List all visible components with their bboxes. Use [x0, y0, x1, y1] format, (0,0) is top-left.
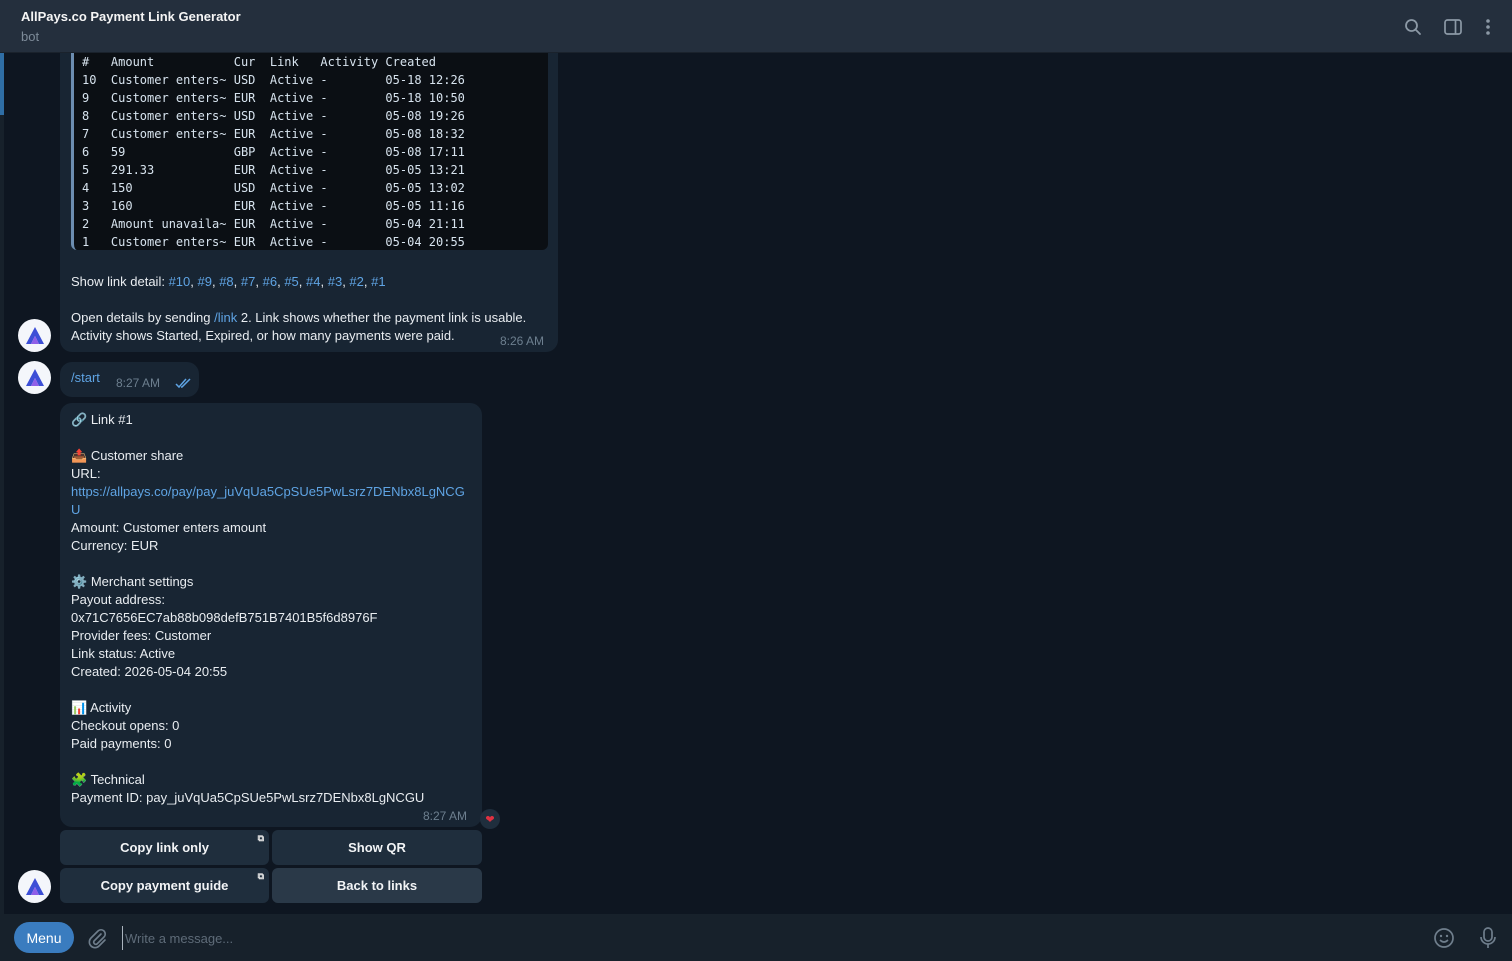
table-row: 8 Customer enters~ USD Active - 05-08 19… [82, 109, 465, 123]
table-row: 7 Customer enters~ EUR Active - 05-08 18… [82, 127, 465, 141]
merchant-settings-heading: ⚙️ Merchant settings [71, 573, 193, 591]
copy-link-button[interactable]: Copy link only ⧉ [60, 830, 269, 865]
message-time: 8:27 AM [116, 376, 161, 390]
detail-link-3[interactable]: #3 [328, 274, 342, 289]
message-time: 8:26 AM [500, 334, 545, 348]
checkout-opens: Checkout opens: 0 [71, 718, 180, 733]
bot-avatar[interactable] [18, 361, 51, 394]
read-check-icon [175, 376, 193, 394]
emoji-icon[interactable] [1431, 925, 1457, 951]
show-qr-button[interactable]: Show QR [272, 830, 482, 865]
provider-fees: Provider fees: Customer [71, 628, 212, 643]
chat-header: AllPays.co Payment Link Generator bot [0, 0, 1512, 53]
copy-corner-icon: ⧉ [257, 871, 264, 881]
detail-link-6[interactable]: #6 [263, 274, 277, 289]
attach-icon[interactable] [84, 925, 110, 951]
link-emoji-icon: 🔗 [71, 412, 88, 427]
customer-share-heading: 📤 Customer share [71, 447, 183, 465]
detail-link-1[interactable]: #1 [371, 274, 385, 289]
bot-avatar[interactable] [18, 319, 51, 352]
table-row: 10 Customer enters~ USD Active - 05-18 1… [82, 73, 465, 87]
links-table-header: # Amount Cur Link Activity Created [82, 55, 437, 69]
link-title: Link #1 [90, 412, 133, 427]
customer-share-label: Customer share [90, 448, 184, 463]
open-details-suffix: 2. Link shows whether the payment link i… [237, 310, 527, 325]
message-input[interactable] [122, 926, 1417, 950]
payment-url-end[interactable]: U [71, 501, 80, 519]
payout-address: 0x71C7656EC7ab88b098defB751B7401B5f6d897… [71, 610, 378, 625]
currency-line: Currency: EUR [71, 538, 159, 553]
detail-link-7[interactable]: #7 [241, 274, 255, 289]
start-command[interactable]: /start [71, 369, 100, 387]
heart-reaction-icon[interactable]: ❤ [480, 809, 500, 829]
activity-explanation: Activity shows Started, Expired, or how … [71, 328, 455, 343]
show-link-detail-line: Show link detail: #10, #9, #8, #7, #6, #… [71, 274, 386, 289]
bot-avatar[interactable] [18, 870, 51, 903]
composer-bar: Menu [0, 914, 1512, 961]
copy-payment-guide-button[interactable]: Copy payment guide ⧉ [60, 868, 269, 903]
activity-heading: 📊 Activity [71, 699, 131, 717]
amount-line: Amount: Customer enters amount [71, 520, 267, 535]
url-label: URL: [71, 466, 101, 481]
table-row: 6 59 GBP Active - 05-08 17:11 [82, 145, 465, 159]
link-title-line: 🔗 Link #1 [71, 411, 133, 429]
table-row: 4 150 USD Active - 05-05 13:02 [82, 181, 465, 195]
table-row: 5 291.33 EUR Active - 05-05 13:21 [82, 163, 465, 177]
copy-guide-label: Copy payment guide [100, 878, 229, 893]
paid-payments: Paid payments: 0 [71, 736, 172, 751]
link-command[interactable]: /link [214, 310, 237, 325]
detail-link-4[interactable]: #4 [306, 274, 320, 289]
table-row: 2 Amount unavaila~ EUR Active - 05-04 21… [82, 217, 465, 231]
scroll-indicator [0, 53, 4, 914]
technical-label: Technical [90, 772, 145, 787]
table-row: 9 Customer enters~ EUR Active - 05-18 10… [82, 91, 465, 105]
table-row: 3 160 EUR Active - 05-05 11:16 [82, 199, 465, 213]
technical-heading: 🧩 Technical [71, 771, 145, 789]
copy-link-label: Copy link only [120, 840, 209, 855]
more-vertical-icon[interactable] [1477, 16, 1499, 38]
back-to-links-button[interactable]: Back to links [272, 868, 482, 903]
detail-link-5[interactable]: #5 [284, 274, 298, 289]
detail-link-8[interactable]: #8 [219, 274, 233, 289]
detail-link-2[interactable]: #2 [349, 274, 363, 289]
message-list[interactable]: # Amount Cur Link Activity Created 10 Cus… [0, 53, 1512, 914]
sidebar-toggle-icon[interactable] [1442, 16, 1464, 38]
mic-icon[interactable] [1475, 925, 1501, 951]
detail-link-10[interactable]: #10 [169, 274, 191, 289]
chat-title[interactable]: AllPays.co Payment Link Generator [21, 9, 241, 24]
payout-label: Payout address: [71, 592, 165, 607]
chart-emoji-icon: 📊 [71, 700, 88, 715]
gear-emoji-icon: ⚙️ [71, 574, 88, 589]
created-date: Created: 2026-05-04 20:55 [71, 664, 228, 679]
show-link-detail-label: Show link detail: [71, 274, 169, 289]
open-details-text: Open details by sending [71, 310, 215, 325]
activity-label: Activity [90, 700, 132, 715]
outbox-emoji-icon: 📤 [71, 448, 88, 463]
payment-url[interactable]: https://allpays.co/pay/pay_juVqUa5CpSUe5… [71, 483, 465, 501]
copy-corner-icon: ⧉ [257, 833, 264, 843]
payment-id: Payment ID: pay_juVqUa5CpSUe5PwLsrz7DENb… [71, 790, 425, 805]
search-icon[interactable] [1402, 16, 1424, 38]
message-time: 8:27 AM [423, 809, 468, 823]
back-label: Back to links [336, 878, 418, 893]
menu-button[interactable]: Menu [14, 922, 74, 953]
puzzle-emoji-icon: 🧩 [71, 772, 88, 787]
links-table: # Amount Cur Link Activity Created 10 Cus… [71, 53, 548, 250]
detail-link-9[interactable]: #9 [198, 274, 212, 289]
merchant-settings-label: Merchant settings [90, 574, 194, 589]
link-status: Link status: Active [71, 646, 176, 661]
chat-subtitle: bot [21, 29, 40, 44]
show-qr-label: Show QR [348, 840, 406, 855]
open-details-line: Open details by sending /link 2. Link sh… [71, 309, 526, 327]
table-row: 1 Customer enters~ EUR Active - 05-04 20… [82, 235, 465, 249]
